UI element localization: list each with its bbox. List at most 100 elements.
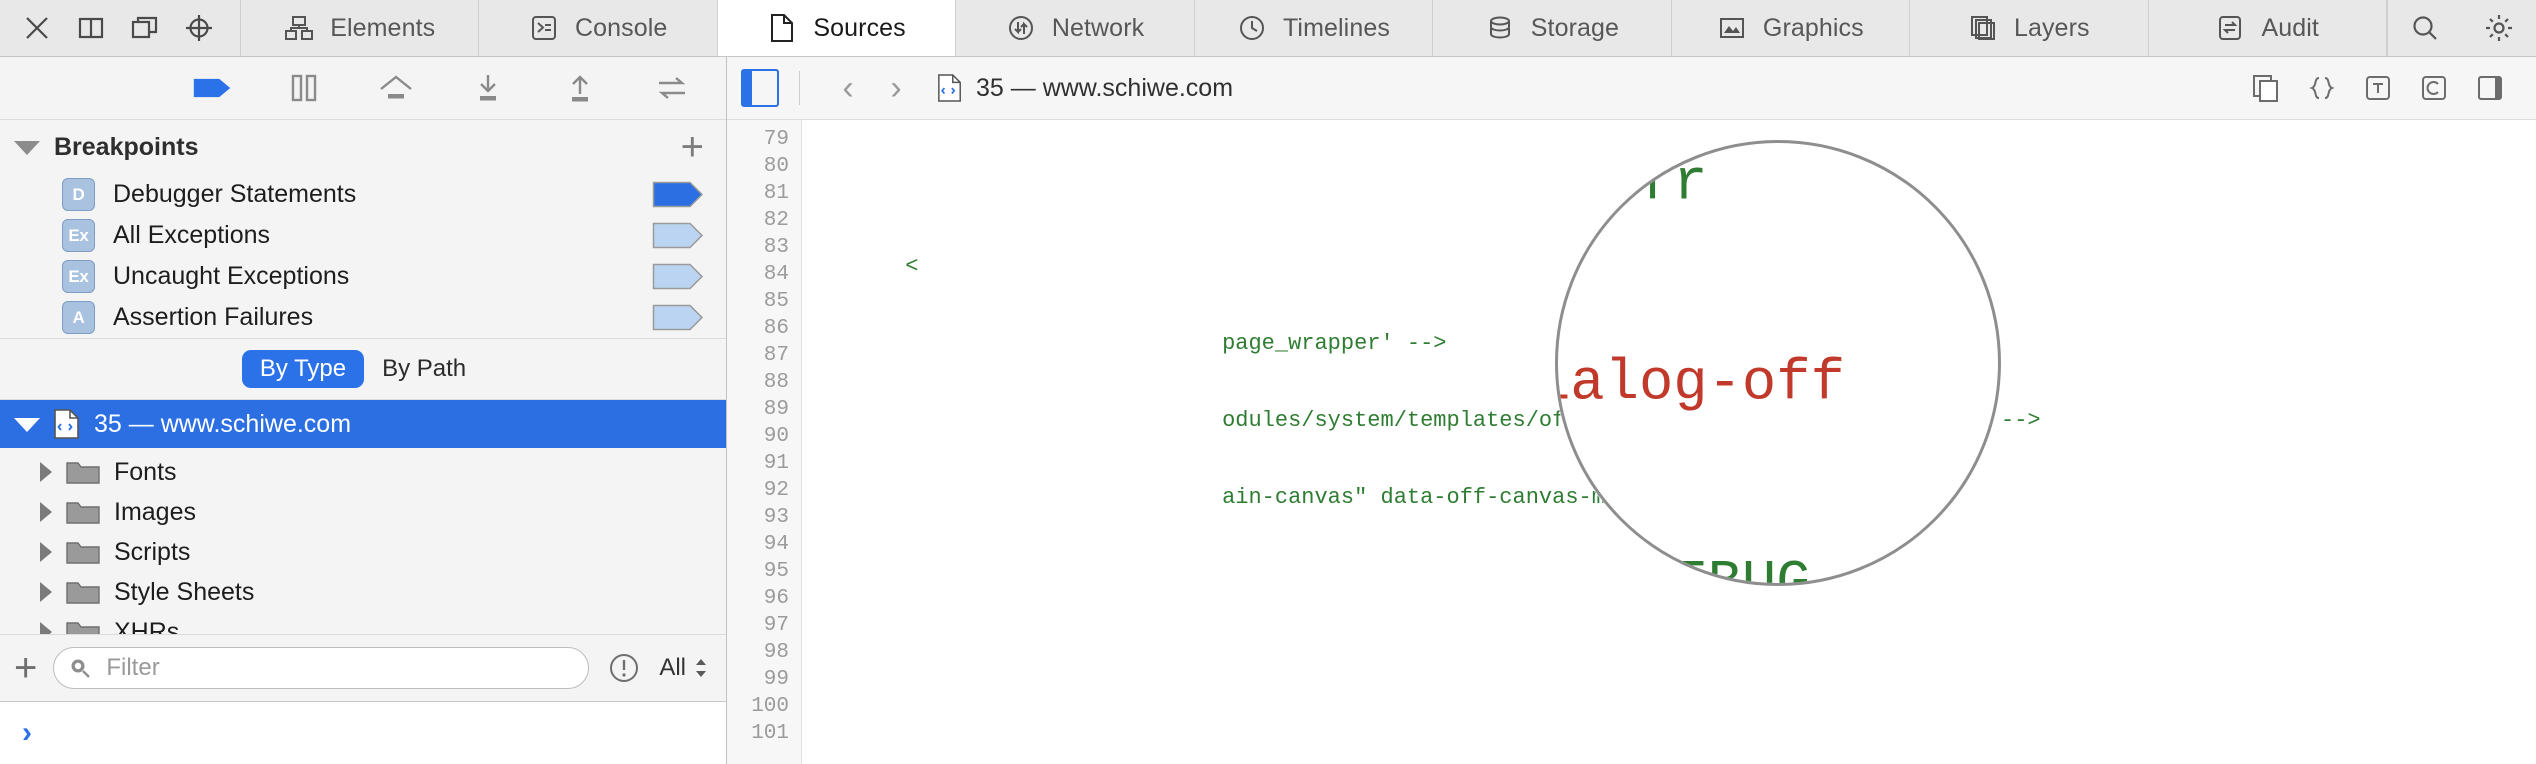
debugger-controls: [0, 57, 726, 120]
filter-input[interactable]: [104, 653, 589, 683]
add-resource-button[interactable]: +: [14, 648, 37, 688]
code-line: ain-canvas" data-off-canvas-main-canvas>: [826, 485, 1751, 510]
breakpoint-row-all-exceptions[interactable]: Ex All Exceptions: [0, 215, 726, 256]
breakpoint-row-debugger-statements[interactable]: D Debugger Statements: [0, 174, 726, 215]
tree-item-style-sheets[interactable]: Style Sheets: [0, 572, 726, 612]
step-over-button[interactable]: [376, 68, 416, 108]
breakpoint-toggle-pill[interactable]: [652, 181, 704, 208]
content-navigation-bar: ‹ › 35 — www.schiwe.com: [727, 57, 2536, 120]
search-icon[interactable]: [2388, 0, 2462, 56]
line-number: 96: [763, 587, 789, 610]
code-line: <: [826, 254, 919, 279]
gear-icon[interactable]: [2462, 0, 2536, 56]
code-lines[interactable]: < page_wrapper' --> odules/system/templa…: [802, 120, 2536, 764]
breakpoint-toggle-pill[interactable]: [652, 222, 704, 249]
line-number: 101: [751, 722, 789, 745]
toggle-navigation-sidebar-button[interactable]: [741, 69, 779, 107]
resource-scope-select[interactable]: All: [659, 654, 708, 682]
source-content-panel: ‹ › 35 — www.schiwe.com 79 80 81 82 83 8…: [727, 57, 2536, 764]
inspect-element-icon[interactable]: [184, 13, 214, 43]
tab-graphics[interactable]: Graphics: [1672, 0, 1911, 56]
breakpoint-toggle-pill[interactable]: [652, 263, 704, 290]
chevron-right-icon[interactable]: [40, 542, 52, 562]
navigate-back-button[interactable]: ‹: [824, 64, 872, 112]
section-title: Breakpoints: [54, 132, 199, 161]
tree-item-xhrs[interactable]: XHRs: [0, 612, 726, 634]
dock-bottom-icon[interactable]: [76, 13, 106, 43]
source-file-icon: [936, 72, 964, 104]
tab-console[interactable]: Console: [479, 0, 718, 56]
chevron-right-icon[interactable]: [40, 462, 52, 482]
disclosure-triangle-icon[interactable]: [14, 418, 40, 432]
tree-item-images[interactable]: Images: [0, 492, 726, 532]
show-compositing-icon[interactable]: [2406, 60, 2462, 116]
tab-audit[interactable]: Audit: [2149, 0, 2387, 56]
folder-icon: [66, 499, 100, 525]
step-into-button[interactable]: [468, 68, 508, 108]
tab-elements[interactable]: Elements: [241, 0, 480, 56]
folder-icon: [66, 619, 100, 634]
pretty-print-icon[interactable]: [2294, 60, 2350, 116]
line-number: 99: [763, 668, 789, 691]
tab-storage[interactable]: Storage: [1433, 0, 1672, 56]
disclosure-triangle-icon[interactable]: [14, 141, 40, 155]
breakpoint-label: Uncaught Exceptions: [113, 262, 350, 290]
breakpoint-row-assertion-failures[interactable]: A Assertion Failures: [0, 297, 726, 338]
code-line: odules/system/templates/off-canvas-page-…: [826, 408, 2041, 433]
segment-by-path[interactable]: By Path: [364, 350, 484, 388]
tab-timelines[interactable]: Timelines: [1195, 0, 1434, 56]
tab-label: Audit: [2261, 13, 2319, 42]
line-number: 83: [763, 236, 789, 259]
source-code-editor[interactable]: 79 80 81 82 83 84 85 86 87 88 89 90 91 9…: [727, 120, 2536, 764]
step-button[interactable]: [652, 68, 692, 108]
toggle-details-sidebar-icon[interactable]: [2462, 60, 2518, 116]
content-nav-right-controls: [2238, 60, 2536, 116]
chevron-right-icon[interactable]: [40, 502, 52, 522]
tab-layers[interactable]: Layers: [1910, 0, 2149, 56]
step-out-button[interactable]: [560, 68, 600, 108]
breadcrumb[interactable]: 35 — www.schiwe.com: [936, 72, 1233, 104]
sources-sidebar: Breakpoints + D Debugger Statements Ex A…: [0, 57, 727, 764]
tree-item-label: Images: [114, 497, 196, 526]
sidebar-status-bar: ›: [0, 701, 726, 764]
tab-label: Graphics: [1762, 13, 1864, 42]
chevron-right-icon[interactable]: ›: [22, 716, 32, 750]
divider: [799, 71, 800, 105]
tree-item-fonts[interactable]: Fonts: [0, 452, 726, 492]
source-file-icon: [52, 407, 82, 441]
show-text-icon[interactable]: [2350, 60, 2406, 116]
console-icon: [529, 13, 559, 43]
tab-sources[interactable]: Sources: [717, 0, 957, 56]
add-breakpoint-button[interactable]: +: [681, 127, 704, 167]
tree-item-label: XHRs: [114, 617, 180, 635]
tab-network[interactable]: Network: [956, 0, 1195, 56]
chevron-right-icon[interactable]: [40, 582, 52, 602]
breakpoints-section-header[interactable]: Breakpoints +: [0, 120, 726, 174]
search-icon: [68, 655, 92, 681]
tab-strip: Elements Console Sources Network Timelin…: [241, 0, 2387, 56]
close-icon[interactable]: [22, 13, 52, 43]
dock-right-icon[interactable]: [130, 13, 160, 43]
breakpoint-badge: A: [62, 301, 95, 334]
grouping-segmented-control: By Type By Path: [0, 338, 726, 399]
line-number: 79: [763, 128, 789, 151]
line-number: 87: [763, 344, 789, 367]
filter-input-wrapper[interactable]: [53, 647, 590, 689]
resource-root-row[interactable]: 35 — www.schiwe.com: [0, 399, 726, 448]
pause-button[interactable]: [284, 68, 324, 108]
breakpoint-row-uncaught-exceptions[interactable]: Ex Uncaught Exceptions: [0, 256, 726, 297]
tree-item-scripts[interactable]: Scripts: [0, 532, 726, 572]
navigate-forward-button[interactable]: ›: [872, 64, 920, 112]
copy-icon[interactable]: [2238, 60, 2294, 116]
resume-breakpoints-button[interactable]: [192, 68, 232, 108]
tree-item-label: Fonts: [114, 457, 177, 486]
segment-by-type[interactable]: By Type: [241, 350, 365, 388]
chevron-right-icon[interactable]: [40, 622, 52, 634]
line-number: 88: [763, 371, 789, 394]
breakpoint-toggle-pill[interactable]: [652, 304, 704, 331]
tab-label: Sources: [813, 13, 906, 42]
show-errors-only-icon[interactable]: [605, 649, 643, 687]
